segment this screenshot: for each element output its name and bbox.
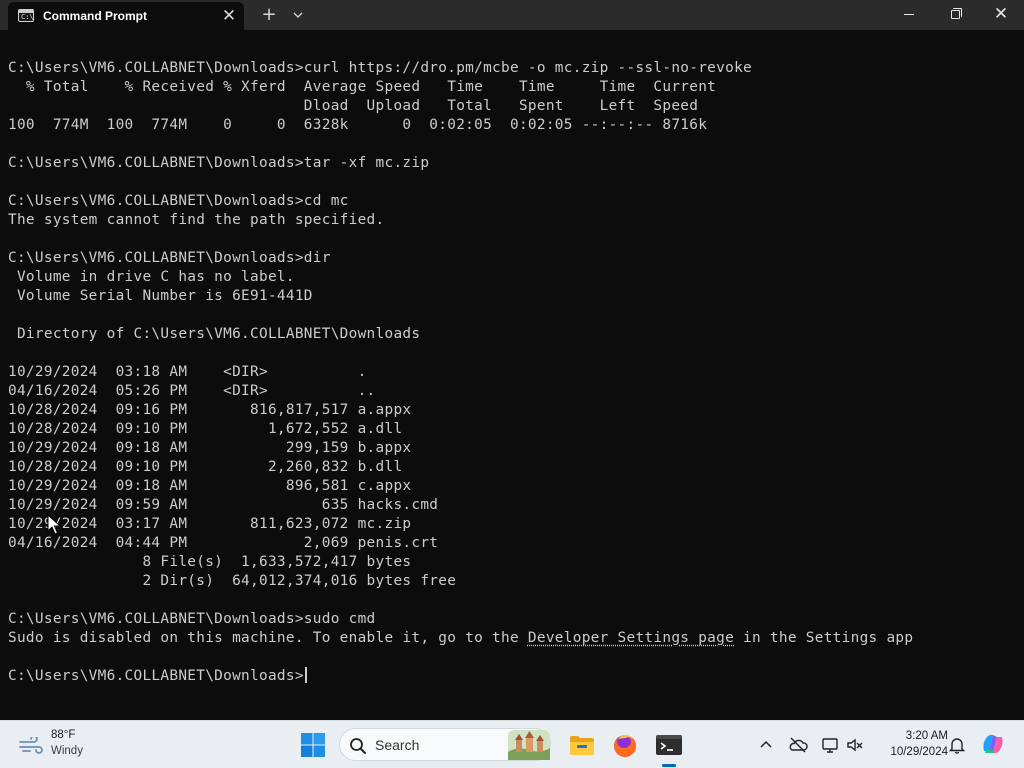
terminal-line: C:\Users\VM6.COLLABNET\Downloads>dir <box>8 250 331 266</box>
terminal-line: 100 774M 100 774M 0 0 6328k 0 0:02:05 0:… <box>8 117 708 133</box>
weather-temperature: 88°F <box>51 729 76 741</box>
chevron-up-icon[interactable] <box>756 735 776 755</box>
close-icon: ✕ <box>993 4 1009 24</box>
tab-close-icon[interactable]: ✕ <box>220 7 238 25</box>
terminal-output[interactable]: C:\Users\VM6.COLLABNET\Downloads>curl ht… <box>0 30 1024 720</box>
terminal-line: 10/28/2024 09:16 PM 816,817,517 a.appx <box>8 402 412 418</box>
terminal-line: C:\Users\VM6.COLLABNET\Downloads>cd mc <box>8 193 349 209</box>
terminal-line: Directory of C:\Users\VM6.COLLABNET\Down… <box>8 326 421 342</box>
wind-icon <box>19 737 43 754</box>
search-icon <box>350 738 366 754</box>
text-cursor <box>304 667 307 683</box>
restore-button[interactable] <box>932 0 978 30</box>
terminal-line: C:\Users\VM6.COLLABNET\Downloads>sudo cm… <box>8 611 376 627</box>
terminal-line: Dload Upload Total Spent Left Speed <box>8 98 699 114</box>
copilot-icon[interactable] <box>980 731 1006 757</box>
firefox-icon[interactable] <box>609 729 641 761</box>
terminal-line: 10/29/2024 03:17 AM 811,623,072 mc.zip <box>8 516 412 532</box>
terminal-line: Volume Serial Number is 6E91-441D <box>8 288 313 304</box>
onedrive-icon[interactable] <box>788 735 808 755</box>
tab-dropdown-chevron-icon[interactable] <box>290 5 306 25</box>
clock-date: 10/29/2024 <box>890 746 948 758</box>
close-window-button[interactable]: ✕ <box>978 0 1024 30</box>
sudo-message-line: Sudo is disabled on this machine. To ena… <box>8 629 913 648</box>
terminal-line: 04/16/2024 04:44 PM 2,069 penis.crt <box>8 535 439 551</box>
prompt-text: C:\Users\VM6.COLLABNET\Downloads> <box>8 668 304 684</box>
cmd-icon: C:\ <box>18 9 34 22</box>
tab-title: Command Prompt <box>43 9 148 23</box>
terminal-line: Volume in drive C has no label. <box>8 269 295 285</box>
terminal-line: 8 File(s) 1,633,572,417 bytes <box>8 554 412 570</box>
sudo-message-text: Sudo is disabled on this machine. To ena… <box>8 630 528 646</box>
terminal-line: % Total % Received % Xferd Average Speed… <box>8 79 717 95</box>
notification-bell-icon[interactable] <box>947 735 967 755</box>
current-prompt-line[interactable]: C:\Users\VM6.COLLABNET\Downloads> <box>8 667 913 686</box>
volume-muted-icon[interactable] <box>845 735 865 755</box>
file-explorer-icon[interactable] <box>566 729 598 761</box>
cmd-icon-text: C:\ <box>21 13 34 21</box>
start-icon[interactable] <box>297 729 329 761</box>
clock-time: 3:20 AM <box>905 730 948 742</box>
terminal-line: 10/29/2024 09:18 AM 896,581 c.appx <box>8 478 412 494</box>
terminal-icon[interactable] <box>653 729 685 761</box>
title-bar: C:\ Command Prompt ✕ + ✕ <box>0 0 1024 30</box>
developer-settings-link[interactable]: Developer Settings page <box>528 630 734 646</box>
search-label: Search <box>375 737 420 753</box>
taskbar: 88°F Windy Search 3:20 AM 10/29/2024 <box>0 720 1024 768</box>
system-clock[interactable]: 3:20 AM 10/29/2024 <box>872 728 948 760</box>
search-highlight-icon <box>508 730 550 760</box>
terminal-line: 04/16/2024 05:26 PM <DIR> .. <box>8 383 376 399</box>
sudo-message-tail: in the Settings app <box>734 630 914 646</box>
terminal-line: 10/28/2024 09:10 PM 1,672,552 a.dll <box>8 421 403 437</box>
minimize-button[interactable] <box>886 0 932 30</box>
weather-widget[interactable]: 88°F Windy <box>14 727 124 763</box>
terminal-line: C:\Users\VM6.COLLABNET\Downloads>tar -xf… <box>8 155 430 171</box>
mouse-pointer-icon <box>47 514 61 535</box>
network-icon[interactable] <box>820 735 840 755</box>
active-app-indicator <box>662 764 676 767</box>
tab-command-prompt[interactable]: C:\ Command Prompt ✕ <box>8 2 244 30</box>
taskbar-search-box[interactable]: Search <box>339 728 551 761</box>
new-tab-button[interactable]: + <box>259 4 279 26</box>
terminal-line: 10/29/2024 03:18 AM <DIR> . <box>8 364 367 380</box>
terminal-lines: C:\Users\VM6.COLLABNET\Downloads>curl ht… <box>8 59 913 686</box>
terminal-line: 10/29/2024 09:59 AM 635 hacks.cmd <box>8 497 439 513</box>
terminal-line: 10/29/2024 09:18 AM 299,159 b.appx <box>8 440 412 456</box>
weather-condition: Windy <box>51 745 83 757</box>
terminal-line: 2 Dir(s) 64,012,374,016 bytes free <box>8 573 457 589</box>
terminal-line: 10/28/2024 09:10 PM 2,260,832 b.dll <box>8 459 403 475</box>
terminal-line: The system cannot find the path specifie… <box>8 212 385 228</box>
terminal-line: C:\Users\VM6.COLLABNET\Downloads>curl ht… <box>8 60 753 76</box>
